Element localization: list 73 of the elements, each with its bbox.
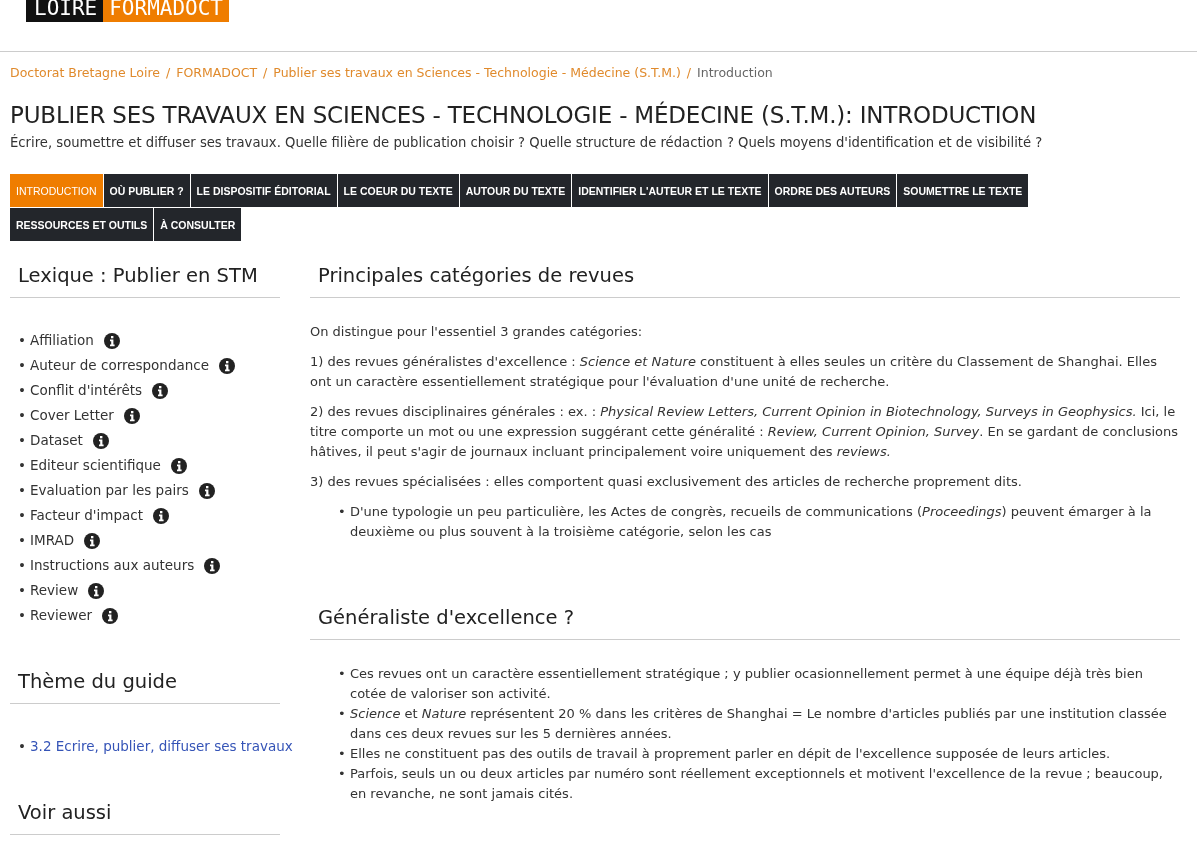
breadcrumb-separator: /	[686, 65, 692, 80]
nav-tab[interactable]: LE DISPOSITIF ÉDITORIAL	[190, 174, 337, 207]
page-subtitle: Écrire, soumettre et diffuser ses travaux. Quelle filière de publication choisir ? Quelle structure de rédaction ? Quels moyens d'identification et de visibilité ?	[10, 135, 1044, 150]
glossary-term: Evaluation par les pairs	[30, 481, 189, 500]
list-bullet: •	[18, 431, 27, 450]
info-icon[interactable]	[152, 382, 169, 399]
glossary-term: Editeur scientifique	[30, 456, 161, 475]
page-title: PUBLIER SES TRAVAUX EN SCIENCES - TECHNOLOGIE - MÉDECINE (S.T.M.): INTRODUCTION	[10, 102, 1038, 128]
info-icon[interactable]	[170, 457, 187, 474]
breadcrumb-separator: /	[263, 65, 268, 80]
list-bullet: •	[18, 581, 27, 600]
glossary-term: Conflit d'intérêts	[30, 381, 143, 400]
glossary-term: Reviewer	[30, 606, 93, 625]
list-bullet: •	[338, 705, 347, 723]
list-bullet: •	[338, 745, 347, 763]
nav-tab[interactable]: LE COEUR DU TEXTE	[337, 174, 459, 207]
glossary-term: Auteur de correspondance	[30, 356, 210, 375]
nav-tab[interactable]: OÙ PUBLIER ?	[103, 174, 190, 207]
glossary-term: Review	[30, 581, 79, 600]
list-item: Elles ne constituent pas des outils de travail à proprement parler en dépit de l'excellence supposée de leurs articles.	[350, 745, 1111, 763]
nav-tab[interactable]: ORDRE DES AUTEURS	[768, 174, 897, 207]
sidebar-heading: Thème du guide	[10, 666, 280, 704]
list-bullet: •	[18, 381, 27, 400]
list-bullet: •	[338, 765, 347, 783]
list-bullet: •	[18, 481, 27, 500]
list-item: Parfois, seuls un ou deux articles par numéro sont réellement exceptionnels et motivent l'excellence de la revue ; beaucoup, en revanche, ne sont jamais cités.	[350, 765, 1164, 803]
glossary-term: IMRAD	[30, 531, 75, 550]
glossary-term: Facteur d'impact	[30, 506, 143, 525]
nav-tab[interactable]: À CONSULTER	[154, 208, 242, 241]
nav-tab[interactable]: SOUMETTRE LE TEXTE	[897, 174, 1029, 207]
info-icon[interactable]	[92, 432, 109, 449]
list-bullet: •	[18, 531, 27, 550]
list-bullet: •	[18, 506, 27, 525]
list-bullet: •	[18, 606, 27, 625]
list-bullet: •	[338, 665, 347, 683]
list-bullet: •	[18, 406, 27, 425]
list-bullet: •	[338, 503, 347, 521]
info-icon[interactable]	[84, 532, 101, 549]
list-bullet: •	[18, 556, 27, 575]
list-bullet: •	[18, 331, 27, 350]
list-bullet: •	[18, 356, 27, 375]
site-logo[interactable]: LOIRE FORMADOCT	[26, 0, 1197, 22]
info-icon[interactable]	[198, 482, 215, 499]
info-icon[interactable]	[123, 407, 140, 424]
glossary-term: Cover Letter	[30, 406, 114, 425]
paragraph: On distingue pour l'essentiel 3 grandes catégories:	[310, 323, 644, 341]
info-icon[interactable]	[103, 332, 120, 349]
info-icon[interactable]	[219, 357, 236, 374]
guide-link[interactable]: 3.2 Ecrire, publier, diffuser ses travaux	[30, 734, 293, 759]
glossary-term: Affiliation	[30, 331, 94, 350]
paragraph: 2) des revues disciplinaires générales : ex. : Physical Review Letters, Current Opinion in Biotechnology, Surveys in Geophysics. Ici, le titre comporte un mot ou une expression suggérant cette généralité : Review, Current Opinion, Survey. En se gardant de conclusions hâtives, il peut s'agir de journaux incluant principalement voire uniquement des reviews.	[310, 403, 1180, 461]
sidebar-heading: Lexique : Publier en STM	[10, 260, 280, 298]
paragraph: 3) des revues spécialisées : elles comportent quasi exclusivement des articles de recherche proprement dits.	[310, 473, 1023, 491]
info-icon[interactable]	[102, 607, 119, 624]
glossary-term: Instructions aux auteurs	[30, 556, 195, 575]
paragraph: 1) des revues généralistes d'excellence : Science et Nature constituent à elles seules un critère du Classement de Shanghai. Elles ont un caractère essentiellement stratégique pour l'évaluation d'une unité de recherche.	[310, 353, 1158, 391]
list-item: Science et Nature représentent 20 % dans les critères de Shanghai = Le nombre d'articles publiés par une institution classée dans ces deux revues sur les 5 dernières années.	[350, 705, 1168, 743]
info-icon[interactable]	[88, 582, 105, 599]
info-icon[interactable]	[152, 507, 169, 524]
list-item: Ces revues ont un caractère essentiellement stratégique ; y publier ocasionnellement permet à une équipe déjà très bien cotée de valoriser son activité.	[350, 665, 1144, 703]
section-heading: Généraliste d'excellence ?	[310, 602, 1180, 640]
list-bullet: •	[18, 737, 27, 756]
section-heading: Principales catégories de revues	[310, 260, 1180, 298]
sidebar-heading: Voir aussi	[10, 797, 280, 835]
info-icon[interactable]	[204, 557, 221, 574]
list-item: D'une typologie un peu particulière, les Actes de congrès, recueils de communications (Proceedings) peuvent émarger à la deuxième ou plus souvent à la troisième catégorie, selon les cas	[350, 503, 1153, 541]
nav-tab[interactable]: AUTOUR DU TEXTE	[459, 174, 572, 207]
glossary-term: Dataset	[30, 431, 83, 450]
breadcrumb-current: Introduction	[697, 65, 773, 80]
breadcrumb-separator: /	[166, 65, 171, 80]
nav-tab[interactable]: IDENTIFIER L'AUTEUR ET LE TEXTE	[572, 174, 768, 207]
nav-tab[interactable]: RESSOURCES ET OUTILS	[10, 208, 154, 241]
list-bullet: •	[18, 456, 27, 475]
